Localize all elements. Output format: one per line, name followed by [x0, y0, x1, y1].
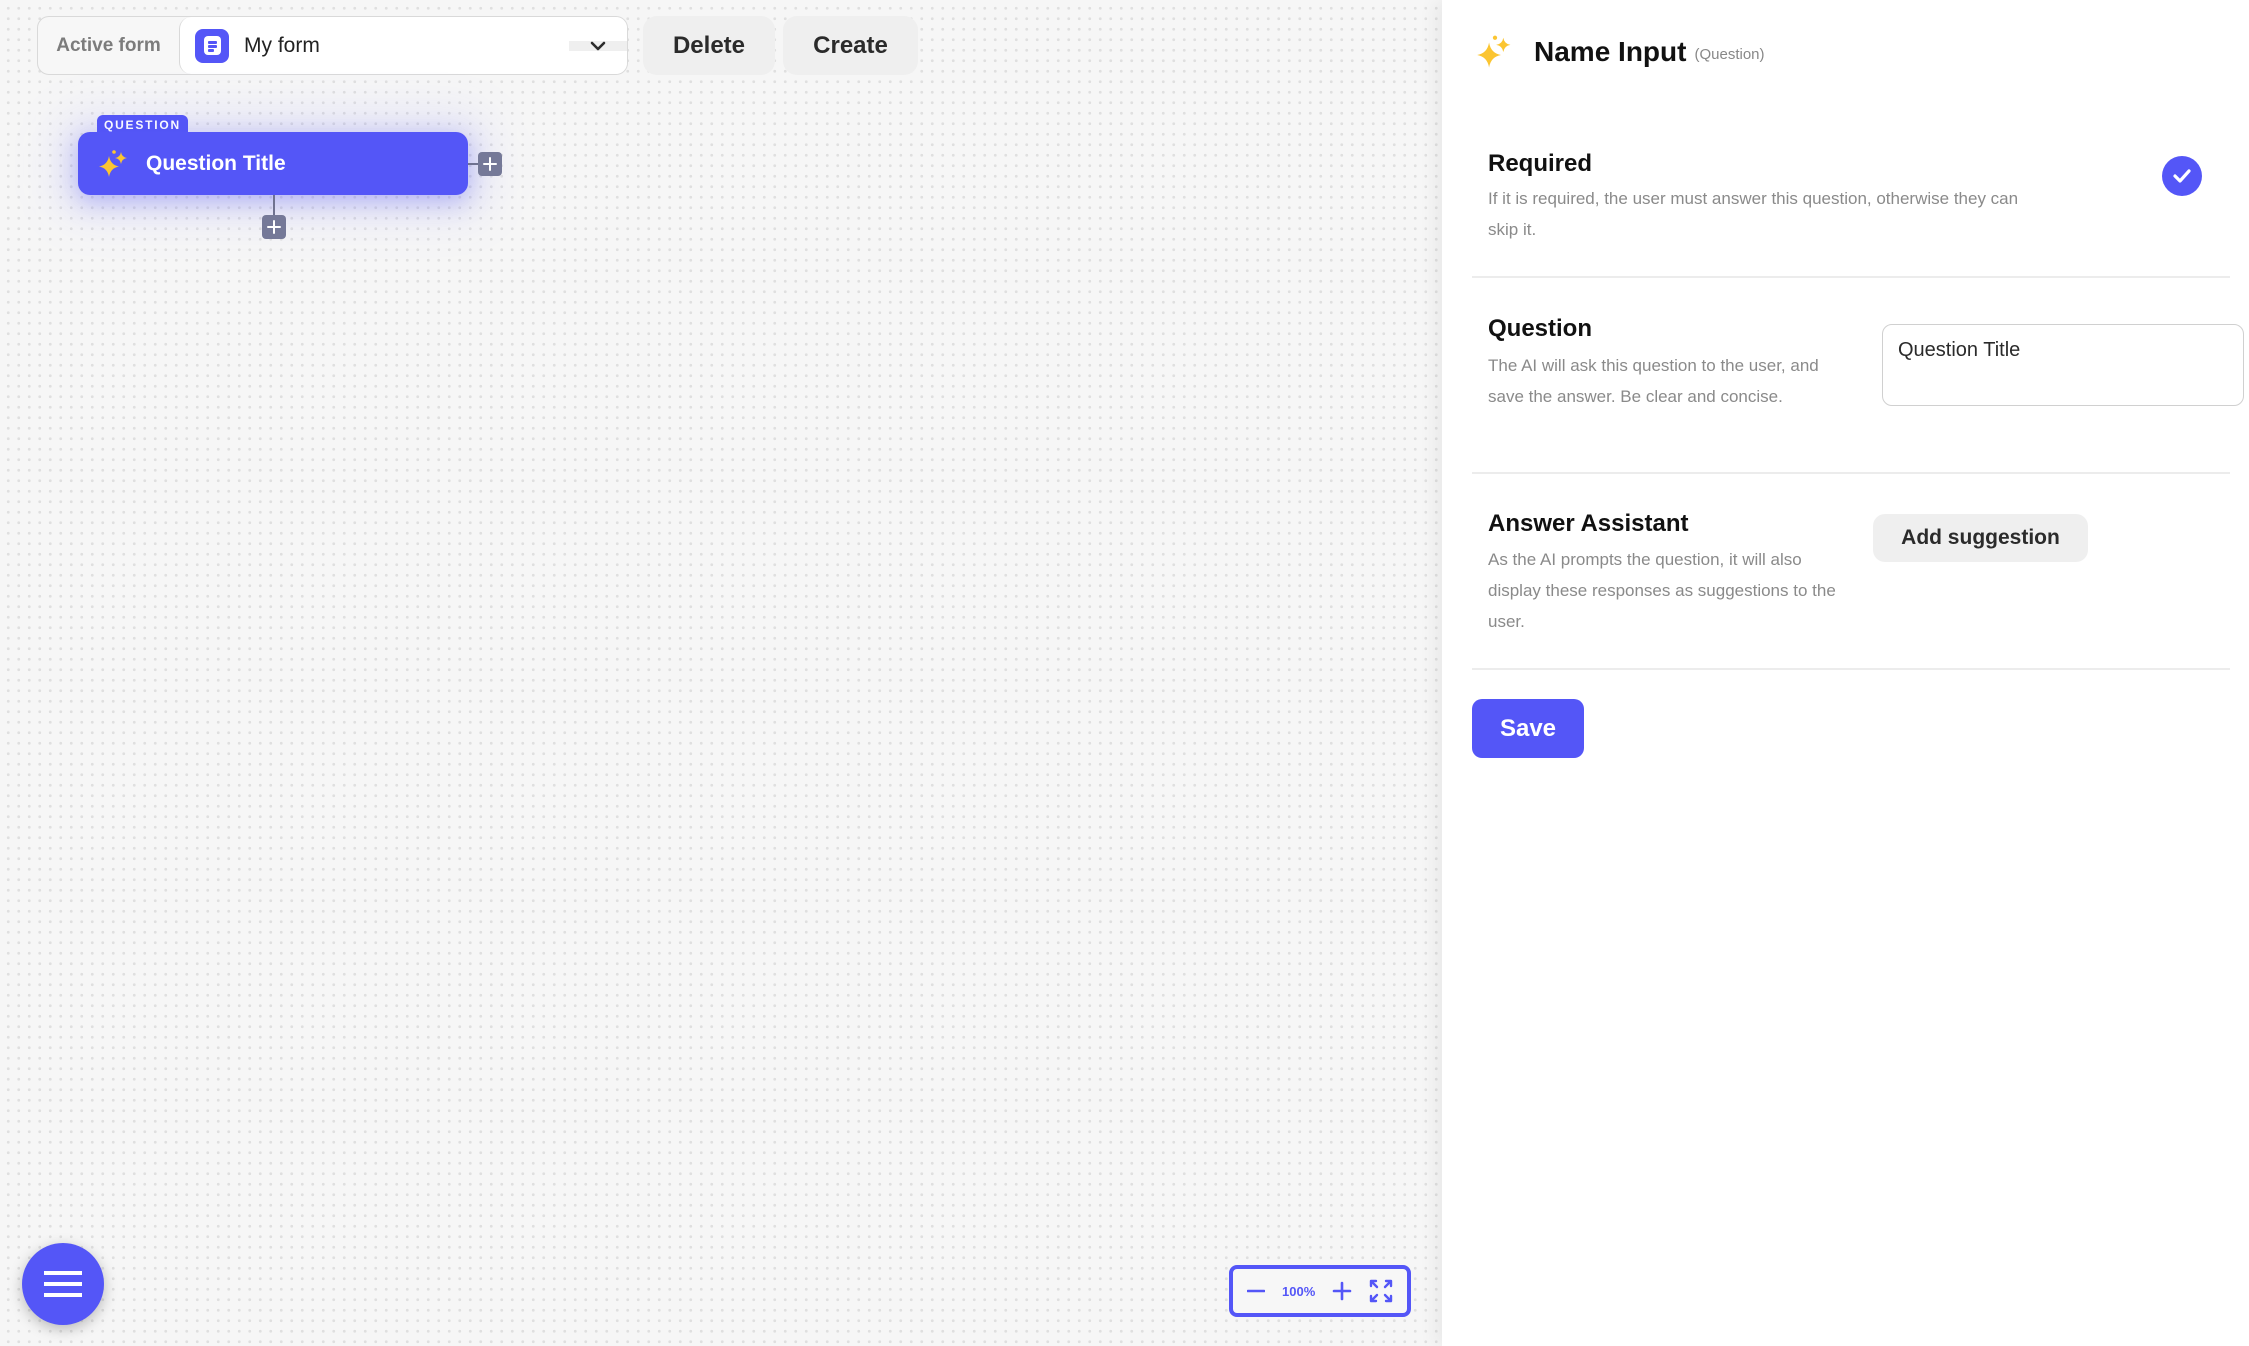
plus-icon [483, 157, 497, 171]
node-properties-panel: Name Input (Question) Required If it is … [1442, 0, 2249, 1346]
zoom-out-button[interactable] [1247, 1289, 1266, 1293]
zoom-control: 100% [1229, 1265, 1411, 1317]
plus-icon [1332, 1281, 1352, 1301]
fit-view-button[interactable] [1369, 1279, 1393, 1303]
hamburger-menu-icon [44, 1271, 82, 1275]
question-input[interactable]: Question Title [1882, 324, 2244, 406]
active-form-label: Active form [56, 34, 161, 56]
add-suggestion-button[interactable]: Add suggestion [1873, 514, 2088, 562]
main-menu-button[interactable] [22, 1243, 104, 1325]
sparkles-icon [99, 149, 127, 177]
plus-icon [267, 220, 281, 234]
form-document-icon [195, 28, 229, 63]
answer-assistant-title: Answer Assistant [1488, 510, 1689, 537]
panel-title: Name Input [1534, 36, 1687, 67]
question-section: Question The AI will ask this question t… [1472, 278, 2244, 474]
zoom-level: 100% [1282, 1283, 1316, 1299]
answer-assistant-description: As the AI prompts the question, it will … [1488, 550, 1836, 631]
minus-icon [1247, 1289, 1266, 1293]
create-form-button[interactable]: Create [783, 16, 918, 75]
add-child-node-button[interactable] [262, 215, 286, 239]
save-button[interactable]: Save [1472, 699, 1584, 758]
required-description: If it is required, the user must answer … [1488, 189, 2019, 239]
question-title: Question [1488, 315, 1593, 342]
connector-line-down [273, 195, 275, 216]
answer-assistant-section: Answer Assistant As the AI prompts the q… [1472, 474, 2230, 670]
chevron-down-icon [590, 41, 606, 50]
required-title: Required [1488, 150, 1593, 177]
required-section: Required If it is required, the user mus… [1472, 140, 2230, 278]
sparkles-icon [1477, 35, 1511, 68]
form-dropdown[interactable]: My form [179, 17, 627, 74]
active-form-selector[interactable]: Active form My form [37, 16, 628, 75]
required-checkbox[interactable] [2162, 156, 2202, 196]
checkmark-icon [2173, 169, 2191, 183]
add-next-node-button[interactable] [478, 152, 502, 176]
panel-subtitle: (Question) [1694, 45, 1765, 63]
node-body[interactable]: Question Title [78, 132, 468, 195]
node-title: Question Title [146, 151, 286, 175]
dropdown-toggle[interactable] [569, 40, 627, 51]
delete-form-button[interactable]: Delete [643, 16, 775, 75]
flow-canvas[interactable]: Active form My form Delete Create QUESTI… [0, 0, 1442, 1346]
selected-form-name: My form [244, 33, 320, 57]
question-description: The AI will ask this question to the use… [1488, 356, 1819, 406]
fit-view-icon [1369, 1279, 1392, 1303]
zoom-in-button[interactable] [1332, 1281, 1352, 1301]
panel-header: Name Input (Question) [1476, 33, 1765, 71]
